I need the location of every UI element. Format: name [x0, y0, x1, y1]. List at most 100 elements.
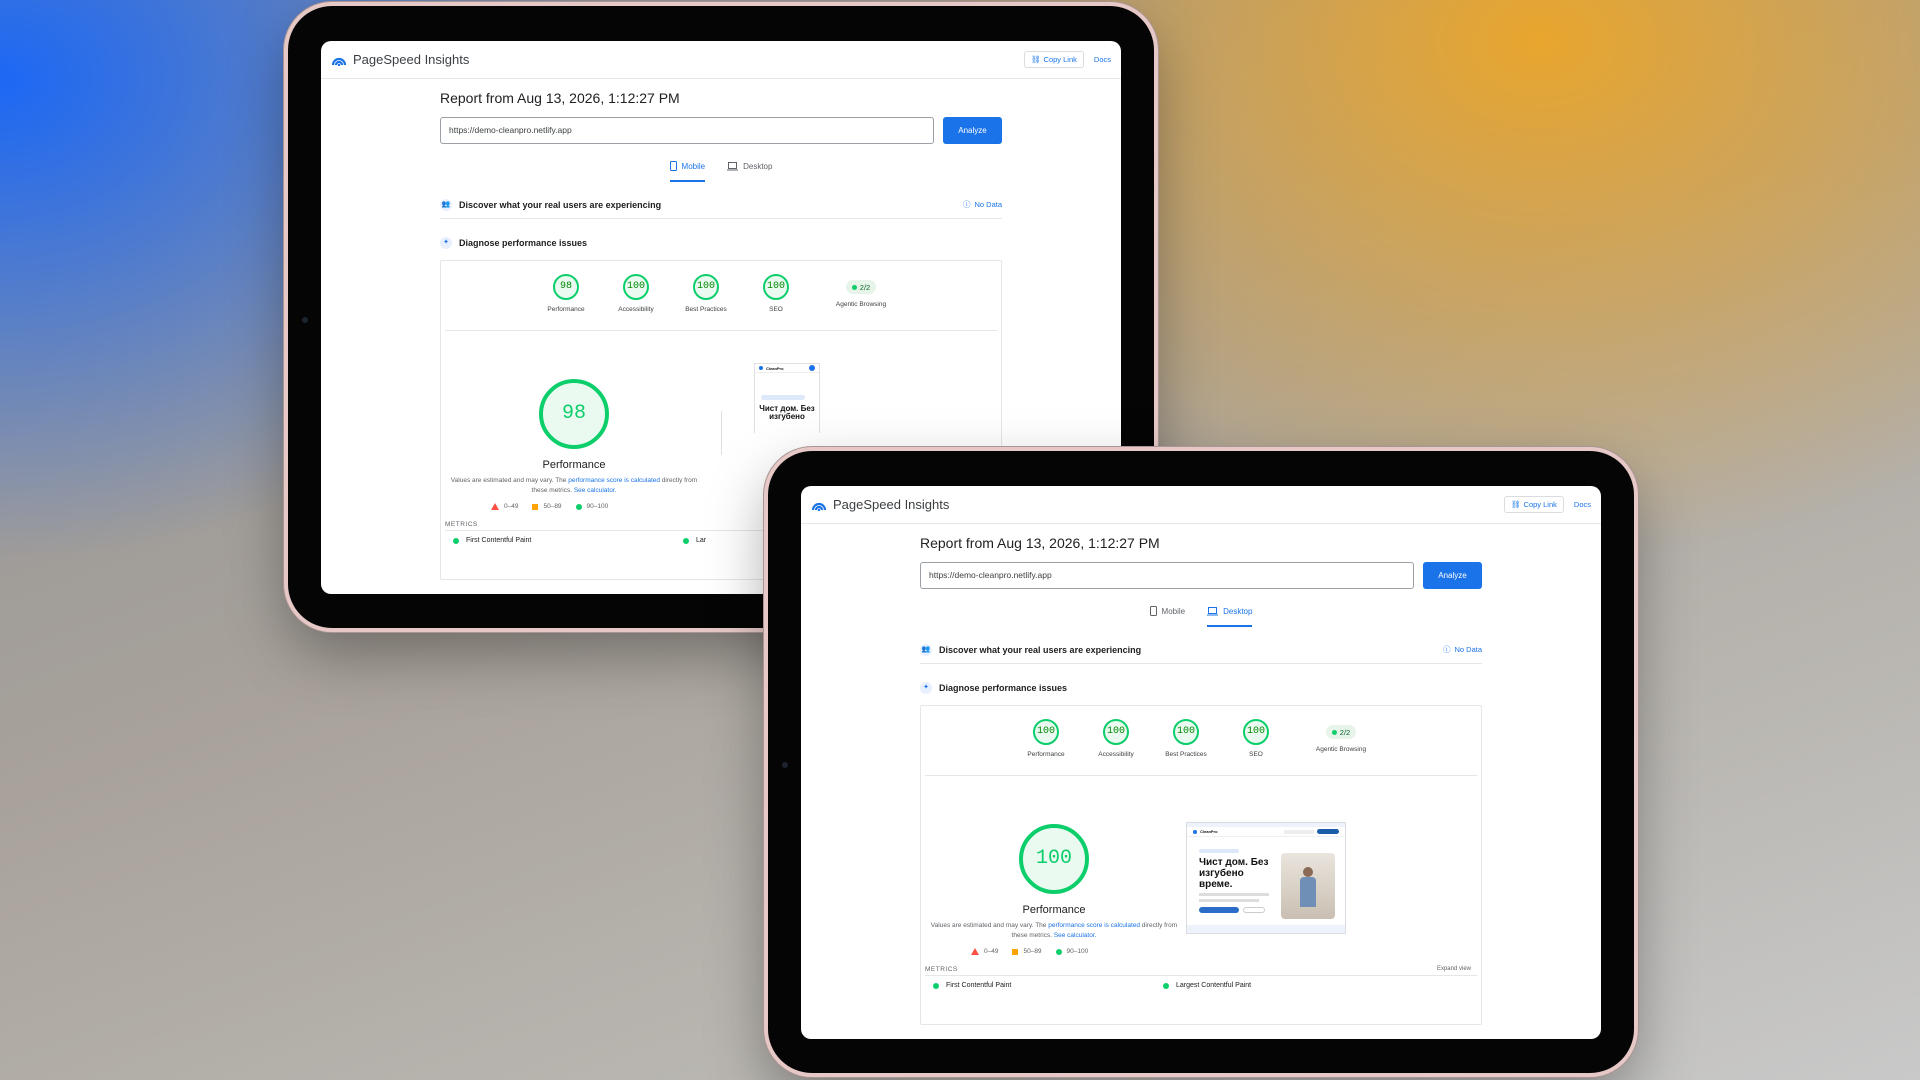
score-legend: 0–49 50–89 90–100 — [971, 948, 1088, 955]
gauge-best-practices-score: 100 — [1173, 719, 1199, 745]
score-legend: 0–49 50–89 90–100 — [491, 503, 608, 510]
person-body — [1300, 877, 1316, 907]
site-brand: CleanPro — [766, 365, 784, 371]
phone-call-icon — [809, 365, 815, 371]
gauge-accessibility[interactable]: 100 Accessibility — [613, 274, 659, 330]
report-content: Report from Aug 13, 2026, 1:12:27 PM htt… — [920, 524, 1482, 1025]
no-data-link[interactable]: ⓘ No Data — [1443, 644, 1482, 655]
gauge-performance[interactable]: 98 Performance — [543, 274, 589, 330]
report-title: Report from Aug 13, 2026, 1:12:27 PM — [440, 90, 680, 106]
agentic-badge: 2/2 — [845, 280, 877, 294]
pass-circle-icon — [453, 537, 459, 544]
performance-title: Performance — [1022, 904, 1086, 916]
tab-mobile[interactable]: Mobile — [669, 158, 706, 182]
no-data-label: No Data — [1454, 645, 1482, 654]
metrics-row: First Contentful Paint Largest Contentfu… — [925, 975, 1477, 995]
lighthouse-card: 100 Performance 100 Accessibility 100 Best … — [920, 705, 1482, 1025]
docs-link[interactable]: Docs — [1094, 55, 1111, 64]
performance-score-gauge: 100 — [1019, 824, 1089, 894]
agentic-score: 2/2 — [859, 282, 871, 292]
users-icon: 👥 — [920, 643, 932, 656]
tab-desktop[interactable]: Desktop — [727, 158, 772, 182]
legend-good: 90–100 — [586, 503, 609, 510]
app-header: PageSpeed Insights ⛓ Copy Link Docs — [801, 486, 1601, 524]
legend-good: 90–100 — [1066, 948, 1089, 955]
diagnose-section: ✦ Diagnose performance issues — [440, 229, 1002, 257]
front-camera — [302, 317, 308, 323]
copy-link-label: Copy Link — [1043, 55, 1077, 64]
agentic-badge: 2/2 — [1325, 725, 1357, 739]
metric-lcp-label: Largest Contentful Paint — [1176, 982, 1252, 989]
calculator-link[interactable]: See calculator. — [1054, 932, 1097, 939]
gauge-agentic-label: Agentic Browsing — [1315, 745, 1367, 753]
no-data-link[interactable]: ⓘ No Data — [963, 199, 1002, 210]
pass-circle-icon — [1163, 982, 1169, 989]
gauge-agentic-browsing[interactable]: 2/2 Agentic Browsing — [823, 274, 899, 330]
tab-mobile-label: Mobile — [681, 161, 706, 171]
tab-mobile[interactable]: Mobile — [1149, 603, 1185, 627]
score-calc-link[interactable]: performance score is calculated — [568, 477, 660, 484]
pass-circle-icon — [1055, 948, 1062, 955]
lighthouse-icon: ✦ — [920, 682, 932, 694]
score-calc-link[interactable]: performance score is calculated — [1048, 922, 1140, 929]
agentic-score: 2/2 — [1339, 727, 1351, 737]
url-input[interactable]: https://demo-cleanpro.netlify.app — [920, 562, 1414, 589]
site-logo-icon — [759, 366, 763, 370]
fail-triangle-icon — [491, 503, 499, 510]
gauge-accessibility-score: 100 — [1103, 719, 1129, 745]
note-text-a: Values are estimated and may vary. The — [450, 477, 569, 484]
gauge-best-practices[interactable]: 100 Best Practices — [683, 274, 729, 330]
app-title: PageSpeed Insights — [833, 497, 950, 512]
tab-desktop-label: Desktop — [1223, 606, 1253, 616]
gauge-agentic-browsing[interactable]: 2/2 Agentic Browsing — [1303, 719, 1379, 775]
browser-screen: PageSpeed Insights ⛓ Copy Link Docs Repor… — [801, 486, 1601, 1039]
site-feature-strip — [1187, 925, 1345, 933]
analyze-button[interactable]: Analyze — [1423, 562, 1482, 589]
gauge-seo-score: 100 — [763, 274, 789, 300]
gauge-seo[interactable]: 100 SEO — [753, 274, 799, 330]
analyze-button[interactable]: Analyze — [943, 117, 1002, 144]
average-square-icon — [532, 503, 539, 510]
category-gauges: 100 Performance 100 Accessibility 100 Best … — [925, 706, 1477, 776]
metric-lcp: Lar — [683, 537, 706, 544]
copy-link-label: Copy Link — [1523, 500, 1557, 509]
site-logo-icon — [1193, 829, 1197, 834]
link-icon: ⛓ — [1031, 55, 1041, 64]
metrics-label: METRICS — [925, 966, 958, 973]
site-subtext-2 — [1199, 899, 1259, 902]
tablet-desktop-report: PageSpeed Insights ⛓ Copy Link Docs Repor… — [768, 451, 1634, 1073]
expand-view-link[interactable]: Expand view — [1437, 966, 1471, 972]
real-users-section: 👥 Discover what your real users are expe… — [920, 636, 1482, 664]
average-square-icon — [1012, 948, 1019, 955]
diagnose-heading: Diagnose performance issues — [939, 683, 1068, 693]
estimate-note: Values are estimated and may vary. The p… — [449, 476, 699, 496]
gauge-performance[interactable]: 100 Performance — [1023, 719, 1069, 775]
device-tabs: Mobile Desktop — [440, 158, 1002, 182]
performance-score-gauge: 98 — [539, 379, 609, 449]
calculator-link[interactable]: See calculator. — [574, 487, 617, 494]
metric-fcp-label: First Contentful Paint — [466, 537, 532, 544]
copy-link-button[interactable]: ⛓ Copy Link — [1024, 51, 1084, 68]
site-nav — [1284, 829, 1314, 834]
gauge-seo[interactable]: 100 SEO — [1233, 719, 1279, 775]
device-tabs: Mobile Desktop — [920, 603, 1482, 627]
site-primary-button — [1199, 907, 1239, 913]
app-header: PageSpeed Insights ⛓ Copy Link Docs — [321, 41, 1121, 79]
pass-circle-icon — [933, 982, 939, 989]
copy-link-button[interactable]: ⛓ Copy Link — [1504, 496, 1564, 513]
tab-desktop[interactable]: Desktop — [1207, 603, 1253, 627]
docs-link[interactable]: Docs — [1574, 500, 1591, 509]
gauge-performance-score: 98 — [553, 274, 579, 300]
gauge-accessibility[interactable]: 100 Accessibility — [1093, 719, 1139, 775]
metric-lcp-label: Lar — [696, 537, 707, 544]
phone-icon — [669, 161, 677, 171]
tab-desktop-label: Desktop — [743, 161, 773, 171]
front-camera — [782, 762, 788, 768]
gauge-best-practices[interactable]: 100 Best Practices — [1163, 719, 1209, 775]
legend-bad: 0–49 — [984, 948, 999, 955]
url-input[interactable]: https://demo-cleanpro.netlify.app — [440, 117, 934, 144]
report-title: Report from Aug 13, 2026, 1:12:27 PM — [920, 535, 1160, 551]
site-secondary-button — [1243, 907, 1265, 913]
pass-circle-icon — [575, 503, 582, 510]
note-text-a: Values are estimated and may vary. The — [930, 922, 1049, 929]
